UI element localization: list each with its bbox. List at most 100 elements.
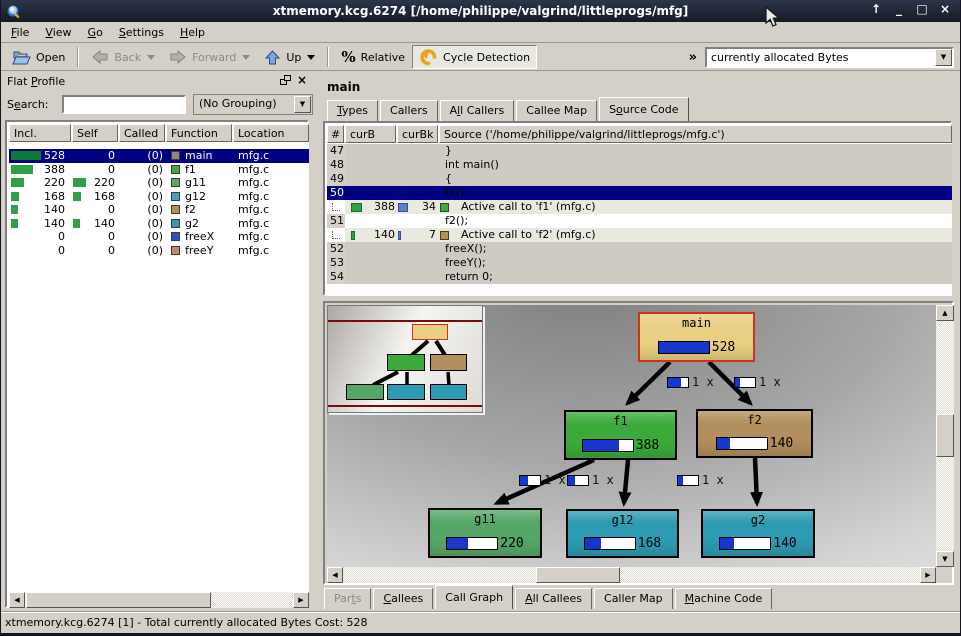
graph-node-g11[interactable]: g11 220: [428, 508, 542, 558]
flat-profile-hscrollbar[interactable]: ◀ ▶: [9, 592, 309, 608]
menu-file[interactable]: File: [3, 23, 37, 42]
mini-node-f1: [387, 354, 425, 371]
back-dropdown-icon[interactable]: [147, 55, 155, 64]
forward-button[interactable]: Forward: [162, 45, 257, 69]
col-header-curB[interactable]: curB: [345, 125, 396, 143]
tab-types[interactable]: Types: [327, 100, 378, 121]
dock-title: Flat Profile: [7, 75, 65, 88]
source-line-48[interactable]: 48 int main(): [327, 158, 952, 172]
forward-dropdown-icon[interactable]: [242, 55, 250, 64]
scroll-down-icon[interactable]: ▼: [936, 551, 954, 567]
table-row-freeX[interactable]: 0 0 (0) freeX mfg.c: [9, 230, 309, 244]
event-type-value: currently allocated Bytes: [711, 51, 849, 64]
source-line-53[interactable]: 53 freeY();: [327, 256, 952, 270]
table-row-f2[interactable]: 140 0 (0) f2 mfg.c: [9, 203, 309, 217]
source-line-51[interactable]: 51 f2();: [327, 214, 952, 228]
close-button[interactable]: ×: [938, 2, 952, 16]
toolbar-overflow-chevron[interactable]: »: [689, 50, 697, 65]
col-header-self[interactable]: Self: [72, 124, 118, 142]
scroll-right-icon[interactable]: ▶: [920, 567, 936, 583]
graph-node-f1[interactable]: f1 388: [564, 410, 677, 460]
chevron-down-icon[interactable]: ▼: [294, 96, 311, 113]
source-call-row-f2[interactable]: 140 7 Active call to 'f2' (mfg.c): [327, 228, 952, 242]
tab-parts[interactable]: Parts: [324, 588, 371, 609]
scroll-left-icon[interactable]: ◀: [9, 592, 25, 608]
cycle-detection-button[interactable]: Cycle Detection: [412, 45, 537, 69]
tab-call-graph[interactable]: Call Graph: [435, 585, 513, 609]
source-line-54[interactable]: 54 return 0;: [327, 270, 952, 284]
float-dock-icon[interactable]: [280, 75, 291, 85]
source-call-row-f1[interactable]: 388 34 Active call to 'f1' (mfg.c): [327, 200, 952, 214]
col-header-curBk[interactable]: curBk: [397, 125, 438, 143]
scroll-right-icon[interactable]: ▶: [293, 592, 309, 608]
mini-node-g12: [387, 384, 425, 400]
status-text: xtmemory.kcg.6274 [1] - Total currently …: [5, 616, 368, 629]
graph-vscrollbar[interactable]: ▲ ▼: [936, 305, 954, 567]
cycle-detection-label: Cycle Detection: [443, 51, 530, 64]
up-button[interactable]: Up: [257, 45, 322, 69]
back-button[interactable]: Back: [84, 45, 162, 69]
source-line-49[interactable]: 49 {: [327, 172, 952, 186]
menu-settings[interactable]: Settings: [111, 23, 172, 42]
back-arrow-icon: [91, 49, 109, 65]
scroll-left-icon[interactable]: ◀: [327, 567, 343, 583]
source-line-50-selected[interactable]: 50 f1();: [327, 186, 952, 200]
tab-callees[interactable]: Callees: [373, 588, 433, 609]
graph-hscrollbar[interactable]: ◀ ▶: [327, 567, 936, 583]
forward-arrow-icon: [169, 49, 187, 65]
grouping-value: (No Grouping): [199, 97, 277, 110]
chevron-down-icon[interactable]: ▼: [935, 49, 952, 66]
scrollbar-thumb[interactable]: [936, 414, 954, 457]
col-header-line-number[interactable]: #: [327, 125, 344, 143]
call-graph-canvas[interactable]: main 528 f1 388 f2 140 g11 220 g12 168 g…: [327, 305, 936, 567]
maximize-button[interactable]: □: [915, 2, 929, 16]
graph-node-main[interactable]: main 528: [638, 312, 755, 362]
toolbar-separator: [327, 47, 329, 67]
relative-toggle-button[interactable]: % Relative: [334, 45, 412, 69]
tab-callee-map[interactable]: Callee Map: [516, 100, 597, 121]
menu-help[interactable]: Help: [172, 23, 213, 42]
menu-go[interactable]: Go: [80, 23, 111, 42]
graph-overview-minimap[interactable]: [327, 305, 483, 413]
scrollbar-thumb[interactable]: [26, 592, 211, 608]
grouping-select[interactable]: (No Grouping) ▼: [193, 94, 313, 115]
edge-label-main-f2: 1 x: [734, 375, 781, 389]
tab-source-code[interactable]: Source Code: [599, 97, 688, 121]
graph-node-g2[interactable]: g2 140: [701, 509, 815, 558]
search-input[interactable]: [62, 95, 186, 114]
up-dropdown-icon[interactable]: [307, 55, 315, 64]
scrollbar-thumb[interactable]: [536, 567, 620, 583]
tab-machine-code[interactable]: Machine Code: [675, 588, 773, 609]
table-row-g11[interactable]: 220 220 (0) g11 mfg.c: [9, 176, 309, 190]
source-line-52[interactable]: 52 freeX();: [327, 242, 952, 256]
app-window: xtmemory.kcg.6274 [/home/philippe/valgri…: [0, 0, 961, 636]
graph-node-g12[interactable]: g12 168: [566, 509, 679, 558]
col-header-function[interactable]: Function: [166, 124, 232, 142]
tab-callers[interactable]: Callers: [380, 100, 438, 121]
table-row-main[interactable]: 528 0 (0) main mfg.c: [9, 149, 309, 163]
close-dock-icon[interactable]: ×: [297, 75, 307, 85]
col-header-incl[interactable]: Incl.: [9, 124, 71, 142]
col-header-location[interactable]: Location: [233, 124, 309, 142]
table-row-g2[interactable]: 140 140 (0) g2 mfg.c: [9, 217, 309, 231]
scroll-up-icon[interactable]: ▲: [936, 305, 954, 321]
source-line-47[interactable]: 47 }: [327, 144, 952, 158]
title-bar[interactable]: xtmemory.kcg.6274 [/home/philippe/valgri…: [1, 0, 960, 22]
edge-label-f1-g11: 1 x: [519, 473, 566, 487]
table-row-freeY[interactable]: 0 0 (0) freeY mfg.c: [9, 244, 309, 258]
tab-caller-map[interactable]: Caller Map: [594, 588, 673, 609]
table-row-f1[interactable]: 388 0 (0) f1 mfg.c: [9, 163, 309, 177]
graph-node-f2[interactable]: f2 140: [696, 409, 813, 458]
minimize-button[interactable]: _: [892, 2, 906, 16]
menu-view[interactable]: View: [37, 23, 79, 42]
tab-all-callees[interactable]: All Callees: [515, 588, 592, 609]
open-button[interactable]: Open: [5, 45, 72, 69]
table-row-g12[interactable]: 168 168 (0) g12 mfg.c: [9, 190, 309, 204]
col-header-source[interactable]: Source ('/home/philippe/valgrind/littlep…: [439, 125, 952, 143]
tree-branch-icon: [332, 231, 340, 239]
dock-title-bar[interactable]: Flat Profile ×: [3, 72, 311, 92]
keep-above-button[interactable]: ↑: [869, 2, 883, 16]
col-header-called[interactable]: Called: [119, 124, 165, 142]
tab-all-callers[interactable]: All Callers: [440, 100, 515, 121]
event-type-select[interactable]: currently allocated Bytes ▼: [705, 47, 954, 68]
